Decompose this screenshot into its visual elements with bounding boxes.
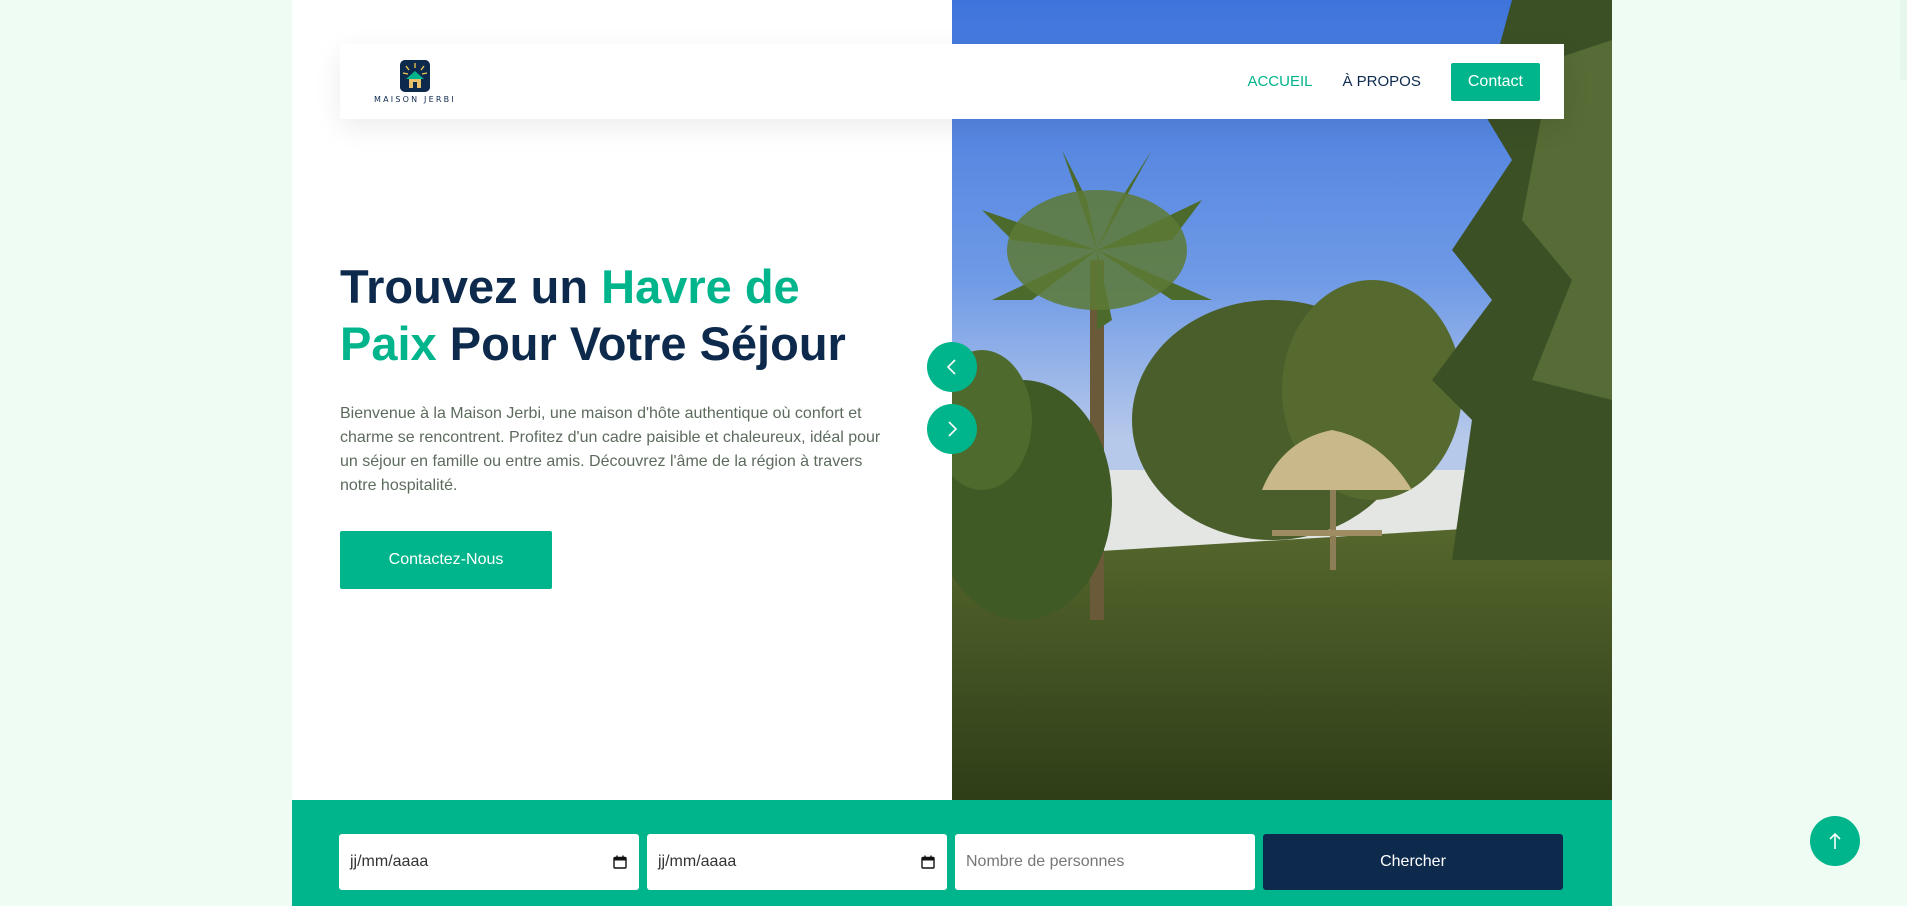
hero-description: Bienvenue à la Maison Jerbi, une maison … — [340, 405, 881, 494]
contact-button[interactable]: Contact — [1450, 62, 1540, 101]
contact-us-button[interactable]: Contactez-Nous — [340, 531, 552, 589]
checkin-date-input[interactable]: jj/mm/aaaa — [339, 834, 639, 890]
calendar-icon — [921, 855, 935, 869]
brand[interactable]: MAISON JERBI — [374, 59, 456, 104]
page-container: MAISON JERBI ACCUEIL À PROPOS Contact Tr… — [292, 0, 1612, 906]
hero-title: Trouvez un Havre de Paix Pour Votre Séjou… — [340, 258, 900, 372]
house-sun-logo-icon — [399, 59, 430, 92]
hero-content: Trouvez un Havre de Paix Pour Votre Séjou… — [340, 258, 900, 589]
navbar: MAISON JERBI ACCUEIL À PROPOS Contact — [340, 44, 1564, 119]
booking-search-bar: jj/mm/aaaa jj/mm/aaaa Nombre de personne… — [292, 800, 1612, 906]
hero-image — [952, 0, 1612, 800]
checkout-date-placeholder: jj/mm/aaaa — [658, 853, 737, 870]
arrow-up-icon — [1829, 832, 1841, 849]
hero-title-accent2: Paix — [340, 317, 437, 370]
carousel-next-button[interactable] — [927, 404, 977, 454]
chevron-right-icon — [948, 421, 958, 437]
hero-title-part2: Pour Votre Séjour — [436, 317, 846, 370]
hero-title-accent1: Havre de — [601, 260, 800, 313]
search-button[interactable]: Chercher — [1263, 834, 1563, 890]
checkout-date-input[interactable]: jj/mm/aaaa — [647, 834, 947, 890]
brand-name: MAISON JERBI — [374, 94, 456, 104]
carousel-prev-button[interactable] — [927, 342, 977, 392]
calendar-icon — [613, 855, 627, 869]
main-nav: ACCUEIL À PROPOS Contact — [1247, 62, 1540, 101]
persons-input[interactable]: Nombre de personnes — [955, 834, 1255, 890]
chevron-left-icon — [946, 359, 956, 375]
nav-item-accueil[interactable]: ACCUEIL — [1247, 73, 1312, 90]
nav-item-a-propos[interactable]: À PROPOS — [1343, 73, 1421, 90]
checkin-date-placeholder: jj/mm/aaaa — [350, 853, 429, 870]
back-to-top-button[interactable] — [1810, 816, 1860, 866]
persons-placeholder: Nombre de personnes — [966, 853, 1125, 870]
hero-title-part1: Trouvez un — [340, 260, 602, 313]
scrollbar[interactable] — [1900, 0, 1907, 80]
